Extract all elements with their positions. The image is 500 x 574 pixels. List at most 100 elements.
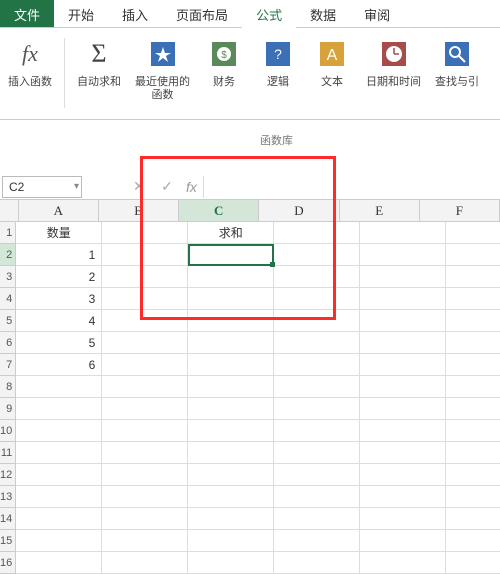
cell-B11[interactable]: [102, 442, 188, 464]
cell-B10[interactable]: [102, 420, 188, 442]
cell-F3[interactable]: [446, 266, 500, 288]
cell-B16[interactable]: [102, 552, 188, 574]
row-header-11[interactable]: 11: [0, 442, 16, 464]
cell-F15[interactable]: [446, 530, 500, 552]
tab-formulas[interactable]: 公式: [242, 0, 296, 27]
row-header-15[interactable]: 15: [0, 530, 16, 552]
column-header-D[interactable]: D: [259, 200, 339, 221]
column-header-C[interactable]: C: [179, 200, 259, 221]
cell-F14[interactable]: [446, 508, 500, 530]
cell-E9[interactable]: [360, 398, 446, 420]
cell-A11[interactable]: [16, 442, 102, 464]
row-header-4[interactable]: 4: [0, 288, 16, 310]
cell-D14[interactable]: [274, 508, 360, 530]
cell-B7[interactable]: [102, 354, 188, 376]
accept-icon[interactable]: ✓: [158, 178, 176, 195]
row-header-3[interactable]: 3: [0, 266, 16, 288]
cell-A5[interactable]: 4: [16, 310, 102, 332]
cell-E5[interactable]: [360, 310, 446, 332]
cell-E4[interactable]: [360, 288, 446, 310]
cell-C9[interactable]: [188, 398, 274, 420]
cell-C8[interactable]: [188, 376, 274, 398]
cell-B12[interactable]: [102, 464, 188, 486]
tab-layout[interactable]: 页面布局: [162, 0, 242, 27]
ribbon-autosum[interactable]: Σ 自动求和: [73, 34, 125, 91]
cell-B9[interactable]: [102, 398, 188, 420]
cell-D9[interactable]: [274, 398, 360, 420]
cell-B13[interactable]: [102, 486, 188, 508]
cell-B6[interactable]: [102, 332, 188, 354]
cell-D7[interactable]: [274, 354, 360, 376]
cell-E8[interactable]: [360, 376, 446, 398]
cell-C14[interactable]: [188, 508, 274, 530]
cell-F11[interactable]: [446, 442, 500, 464]
cell-A6[interactable]: 5: [16, 332, 102, 354]
row-header-14[interactable]: 14: [0, 508, 16, 530]
column-header-A[interactable]: A: [19, 200, 99, 221]
select-all-corner[interactable]: [0, 200, 19, 221]
cell-E11[interactable]: [360, 442, 446, 464]
cell-C13[interactable]: [188, 486, 274, 508]
row-header-16[interactable]: 16: [0, 552, 16, 574]
column-header-E[interactable]: E: [340, 200, 420, 221]
ribbon-recent[interactable]: 最近使用的 函数: [131, 34, 194, 104]
cell-C4[interactable]: [188, 288, 274, 310]
cell-E14[interactable]: [360, 508, 446, 530]
cell-B3[interactable]: [102, 266, 188, 288]
row-header-2[interactable]: 2: [0, 244, 16, 266]
cell-D15[interactable]: [274, 530, 360, 552]
row-header-5[interactable]: 5: [0, 310, 16, 332]
cell-D4[interactable]: [274, 288, 360, 310]
cell-D10[interactable]: [274, 420, 360, 442]
cell-D3[interactable]: [274, 266, 360, 288]
ribbon-financial[interactable]: $ 财务: [200, 34, 248, 91]
cell-B8[interactable]: [102, 376, 188, 398]
tab-file[interactable]: 文件: [0, 0, 54, 27]
cell-A3[interactable]: 2: [16, 266, 102, 288]
cell-C3[interactable]: [188, 266, 274, 288]
cell-B15[interactable]: [102, 530, 188, 552]
cell-F10[interactable]: [446, 420, 500, 442]
cell-C16[interactable]: [188, 552, 274, 574]
cells-area[interactable]: 数量求和123456: [16, 222, 500, 574]
cell-A8[interactable]: [16, 376, 102, 398]
cell-A2[interactable]: 1: [16, 244, 102, 266]
row-header-7[interactable]: 7: [0, 354, 16, 376]
cell-F13[interactable]: [446, 486, 500, 508]
cell-E1[interactable]: [360, 222, 446, 244]
cell-C2[interactable]: [188, 244, 274, 266]
cell-A12[interactable]: [16, 464, 102, 486]
tab-insert[interactable]: 插入: [108, 0, 162, 27]
cell-A15[interactable]: [16, 530, 102, 552]
cell-A7[interactable]: 6: [16, 354, 102, 376]
row-header-13[interactable]: 13: [0, 486, 16, 508]
row-header-10[interactable]: 10: [0, 420, 16, 442]
ribbon-logical[interactable]: ? 逻辑: [254, 34, 302, 91]
cell-C11[interactable]: [188, 442, 274, 464]
name-box[interactable]: C2 ▾: [2, 176, 82, 198]
cell-F8[interactable]: [446, 376, 500, 398]
cell-F12[interactable]: [446, 464, 500, 486]
row-header-1[interactable]: 1: [0, 222, 16, 244]
ribbon-text[interactable]: A 文本: [308, 34, 356, 91]
tab-home[interactable]: 开始: [54, 0, 108, 27]
cell-F1[interactable]: [446, 222, 500, 244]
cell-A13[interactable]: [16, 486, 102, 508]
cell-B4[interactable]: [102, 288, 188, 310]
cell-D8[interactable]: [274, 376, 360, 398]
row-header-8[interactable]: 8: [0, 376, 16, 398]
cell-F6[interactable]: [446, 332, 500, 354]
cell-A4[interactable]: 3: [16, 288, 102, 310]
cell-B1[interactable]: [102, 222, 188, 244]
cell-E13[interactable]: [360, 486, 446, 508]
cell-D11[interactable]: [274, 442, 360, 464]
cell-C10[interactable]: [188, 420, 274, 442]
cell-F16[interactable]: [446, 552, 500, 574]
cell-E15[interactable]: [360, 530, 446, 552]
column-header-F[interactable]: F: [420, 200, 500, 221]
cell-F4[interactable]: [446, 288, 500, 310]
cell-E3[interactable]: [360, 266, 446, 288]
cell-D5[interactable]: [274, 310, 360, 332]
cell-C7[interactable]: [188, 354, 274, 376]
cell-E7[interactable]: [360, 354, 446, 376]
